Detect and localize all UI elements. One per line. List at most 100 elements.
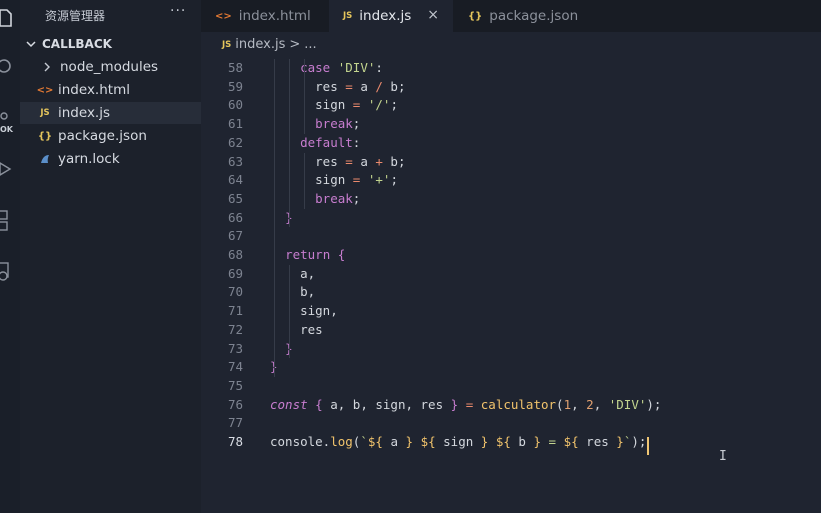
js-file-icon: JS — [222, 39, 232, 50]
code-text: sign, — [270, 303, 338, 319]
line-number: 58 — [227, 60, 243, 75]
tab-index-html[interactable]: <> index.html — [201, 0, 328, 32]
indent-guide — [304, 152, 305, 209]
code-text: res = a / b; — [270, 78, 406, 94]
folder-label: CALLBACK — [42, 37, 112, 51]
code-line[interactable]: 66 } — [201, 209, 821, 228]
line-number: 76 — [227, 396, 243, 412]
code-line[interactable]: 76 const { a, b, sign, res } = calculator… — [201, 396, 821, 415]
code-text: res = a + b; — [270, 153, 406, 169]
breadcrumb-file[interactable]: index.js — [235, 37, 285, 52]
tree-item-package-json[interactable]: {} package.json — [20, 125, 201, 147]
line-number: 67 — [227, 228, 243, 244]
code-text: a, — [270, 265, 316, 281]
code-text: console.log(`${ a } ${ sign } ${ b } = $… — [270, 434, 647, 449]
line-number: 73 — [227, 340, 243, 356]
breadcrumb: JS index.js > ... — [222, 37, 317, 52]
activity-bar: OK — [0, 0, 20, 513]
code-line[interactable]: 74} — [201, 358, 821, 377]
tab-label: index.js — [359, 8, 412, 24]
line-number: 62 — [227, 134, 243, 150]
indent-guide — [289, 264, 290, 359]
code-line[interactable]: 60 sign = '/'; — [201, 96, 821, 115]
breadcrumb-symbol[interactable]: ... — [304, 37, 316, 52]
html-file-icon: <> — [36, 84, 54, 96]
code-text: res — [270, 321, 323, 337]
html-file-icon: <> — [215, 10, 232, 22]
line-number: 66 — [227, 209, 243, 225]
json-file-icon: {} — [37, 130, 53, 142]
json-file-icon: {} — [468, 10, 483, 22]
code-text: break; — [315, 190, 361, 206]
run-debug-icon[interactable] — [0, 161, 14, 177]
mouse-ibeam-icon: I — [719, 449, 727, 464]
code-line[interactable]: 78 console.log(`${ a } ${ sign } ${ b } =… — [201, 433, 821, 452]
code-line[interactable]: 69 a, — [201, 265, 821, 284]
search-icon[interactable] — [0, 58, 14, 74]
tab-label: package.json — [489, 8, 579, 24]
indent-guide — [304, 59, 305, 134]
line-number: 69 — [227, 265, 243, 281]
line-number: 70 — [227, 284, 243, 300]
code-text: const { a, b, sign, res } = calculator(1… — [270, 396, 662, 412]
line-number: 65 — [227, 190, 243, 206]
code-line[interactable]: 73 } — [201, 340, 821, 359]
tab-package-json[interactable]: {} package.json — [454, 0, 594, 32]
code-text: default: — [300, 134, 361, 150]
explorer-sidebar: 资源管理器 ··· CALLBACK node_modules <> index… — [20, 0, 201, 513]
code-line[interactable]: 61 break; — [201, 115, 821, 134]
code-line[interactable]: 67 — [201, 227, 821, 246]
explorer-title: 资源管理器 — [45, 9, 106, 23]
code-line[interactable]: 68 return { — [201, 246, 821, 265]
js-file-icon: JS — [343, 11, 353, 21]
code-line[interactable]: 70 b, — [201, 283, 821, 302]
breadcrumb-separator: > — [289, 37, 301, 52]
extensions-icon[interactable] — [0, 209, 14, 231]
code-line[interactable]: 64 sign = '+'; — [201, 171, 821, 190]
js-file-icon: JS — [40, 108, 50, 118]
code-line[interactable]: 72 res — [201, 321, 821, 340]
tree-item-index-js[interactable]: JS index.js — [20, 102, 201, 124]
files-icon[interactable] — [0, 9, 14, 27]
status-badge: OK — [0, 125, 13, 134]
folder-callback[interactable]: CALLBACK — [26, 37, 112, 51]
code-line[interactable]: 65 break; — [201, 190, 821, 209]
code-text: break; — [315, 116, 361, 132]
line-number: 59 — [227, 78, 243, 94]
code-line[interactable]: 58 case 'DIV': — [201, 59, 821, 78]
tree-item-label: index.html — [58, 82, 130, 98]
source-control-icon[interactable] — [0, 108, 14, 124]
line-number: 64 — [227, 172, 243, 188]
code-line[interactable]: 62 default: — [201, 134, 821, 153]
tree-item-label: index.js — [58, 105, 111, 121]
tab-index-js[interactable]: JS index.js × — [329, 0, 453, 32]
remote-icon[interactable] — [0, 262, 14, 281]
code-text: b, — [270, 284, 316, 300]
code-line[interactable]: 77 — [201, 414, 821, 433]
line-number: 75 — [227, 377, 243, 393]
line-number: 68 — [227, 247, 243, 262]
line-number: 77 — [227, 415, 243, 431]
line-number: 74 — [227, 359, 243, 375]
close-tab-icon[interactable]: × — [427, 7, 439, 23]
line-number: 60 — [227, 97, 243, 113]
indent-guide — [289, 59, 290, 228]
code-line[interactable]: 75 — [201, 377, 821, 396]
more-actions-icon[interactable]: ··· — [170, 3, 186, 19]
tree-item-index-html[interactable]: <> index.html — [20, 79, 201, 101]
code-line[interactable]: 71 sign, — [201, 302, 821, 321]
text-cursor — [647, 437, 649, 455]
chevron-right-icon — [40, 62, 54, 72]
code-line[interactable]: 63 res = a + b; — [201, 153, 821, 172]
tree-item-label: yarn.lock — [58, 151, 120, 167]
editor-tab-bar: <> index.html JS index.js × {} package.j… — [201, 0, 821, 32]
chevron-down-icon — [26, 41, 36, 48]
code-line[interactable]: 59 res = a / b; — [201, 78, 821, 97]
tree-item-yarn-lock[interactable]: yarn.lock — [20, 148, 201, 170]
tree-item-node-modules[interactable]: node_modules — [20, 56, 201, 78]
code-text: case 'DIV': — [300, 60, 383, 75]
line-number: 71 — [227, 303, 243, 319]
yarn-file-icon — [38, 153, 52, 165]
line-number: 72 — [227, 321, 243, 337]
indent-guide — [274, 59, 275, 377]
